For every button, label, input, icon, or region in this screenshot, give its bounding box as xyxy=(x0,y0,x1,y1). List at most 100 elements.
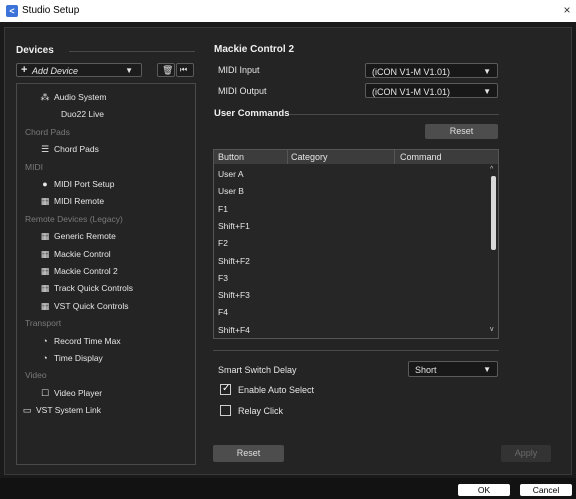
generic-remote-icon: ▦ xyxy=(40,231,50,242)
mackie-control-2-icon: ▦ xyxy=(40,266,50,276)
device-category-label: Remote Devices (Legacy) xyxy=(25,213,123,224)
scroll-up-icon[interactable]: ^ xyxy=(490,166,493,173)
device-category-label: Chord Pads xyxy=(25,126,70,137)
trash-icon: 🗑 xyxy=(162,65,174,75)
device-list-item-label: Time Display xyxy=(54,353,103,363)
enable-auto-select-label: Enable Auto Select xyxy=(238,385,315,395)
device-list-item-label: Chord Pads xyxy=(54,144,99,155)
title-bar: < Studio Setup × xyxy=(0,0,576,22)
device-list-item[interactable]: ▦ MIDI Remote xyxy=(39,196,104,207)
device-list-item[interactable]: ☐ Video Player xyxy=(39,388,102,399)
device-list-item[interactable]: ◔ Time Display xyxy=(39,353,103,363)
chevron-down-icon: ▼ xyxy=(483,365,491,374)
options-divider xyxy=(213,350,499,351)
user-commands-divider xyxy=(290,114,499,115)
device-list-item[interactable]: ▦ Generic Remote xyxy=(39,231,116,242)
device-list-item[interactable]: ⁂ Audio System xyxy=(39,92,107,103)
device-list-item[interactable]: Duo22 Live xyxy=(61,109,104,119)
app-icon: < xyxy=(6,5,18,17)
midi-output-select[interactable]: (iCON V1-M V1.01) ▼ xyxy=(365,83,498,98)
user-commands-reset-button[interactable]: Reset xyxy=(425,124,498,139)
device-list-item-label: Mackie Control xyxy=(54,248,111,259)
relay-click-checkbox[interactable] xyxy=(220,405,231,416)
table-header: Button Category Command xyxy=(214,150,498,164)
device-list-item[interactable]: ◔ Record Time Max xyxy=(39,335,120,346)
device-list-item[interactable]: ▦ Track Quick Controls xyxy=(39,283,133,294)
column-header-command[interactable]: Command xyxy=(400,152,442,162)
vst-quick-controls-icon: ▦ xyxy=(40,300,50,311)
devices-reset-button[interactable]: Reset xyxy=(213,445,284,462)
checkmark-icon: ✓ xyxy=(222,383,231,394)
relay-click-label: Relay Click xyxy=(238,406,284,416)
device-settings-title: Mackie Control 2 xyxy=(214,44,295,55)
column-header-button[interactable]: Button xyxy=(218,152,244,162)
delete-device-button[interactable]: 🗑 xyxy=(157,63,175,77)
device-list: ⁂ Audio System Duo22 Live Chord Pads ☰ Chord … xyxy=(16,83,196,465)
device-list-item[interactable]: ▭ VST System Link xyxy=(21,405,101,416)
device-list-item-label: MIDI Remote xyxy=(54,196,105,207)
device-list-item[interactable]: ● MIDI Port Setup xyxy=(39,179,114,189)
column-separator xyxy=(287,150,288,164)
device-list-item-label: Generic Remote xyxy=(54,231,116,242)
record-time-icon: ◔ xyxy=(42,335,48,346)
video-player-icon: ☐ xyxy=(40,387,50,398)
scrollbar-thumb[interactable] xyxy=(491,176,496,250)
device-category-label: Transport xyxy=(25,318,62,329)
cancel-button[interactable]: Cancel xyxy=(520,484,572,496)
table-row[interactable]: User A xyxy=(218,169,244,179)
table-row[interactable]: F2 xyxy=(218,238,228,248)
chevron-down-icon: ▼ xyxy=(125,66,133,75)
smart-switch-delay-value: Short xyxy=(415,365,437,375)
apply-button[interactable]: Apply xyxy=(501,445,551,462)
device-list-item[interactable]: ▦ Mackie Control 2 xyxy=(39,266,118,277)
device-list-item-label: Track Quick Controls xyxy=(54,283,134,294)
column-header-category[interactable]: Category xyxy=(291,152,328,162)
time-display-icon: ◔ xyxy=(42,353,48,363)
midi-input-label: MIDI Input xyxy=(218,65,260,75)
device-category-label: MIDI xyxy=(25,161,43,172)
collapse-icon: ⏮ xyxy=(180,65,188,74)
studio-setup-panel: Devices + Add Device ▼ 🗑 ⏮ ⁂ Audio System… xyxy=(4,27,572,475)
devices-title: Devices xyxy=(16,45,54,56)
device-list-item[interactable]: ▦ Mackie Control xyxy=(39,249,111,260)
table-row[interactable]: F1 xyxy=(218,204,228,214)
device-list-item-label: MIDI Port Setup xyxy=(54,179,115,189)
ok-button[interactable]: OK xyxy=(458,484,510,496)
table-row[interactable]: Shift+F4 xyxy=(218,325,250,335)
vst-system-link-icon: ▭ xyxy=(22,405,32,416)
device-list-item-label: Mackie Control 2 xyxy=(54,266,118,276)
table-row[interactable]: Shift+F1 xyxy=(218,221,250,231)
device-list-item-label: VST System Link xyxy=(36,405,102,416)
smart-switch-delay-select[interactable]: Short ▼ xyxy=(408,361,498,377)
midi-output-value: (iCON V1-M V1.01) xyxy=(372,87,451,97)
user-commands-table: Button Category Command User A User B F1 Sh… xyxy=(213,149,499,339)
device-list-item[interactable]: ▦ VST Quick Controls xyxy=(39,300,129,312)
add-device-label: Add Device xyxy=(32,66,79,76)
dialog-footer: OK Cancel xyxy=(0,478,576,499)
table-row[interactable]: Shift+F3 xyxy=(218,290,250,300)
table-scrollbar[interactable]: ^ v xyxy=(489,164,498,338)
table-row[interactable]: F4 xyxy=(218,307,228,317)
table-row[interactable]: F3 xyxy=(218,273,228,283)
table-row[interactable]: Shift+F2 xyxy=(218,256,250,266)
device-list-item-label: Audio System xyxy=(54,92,107,102)
audio-system-icon: ⁂ xyxy=(40,92,50,102)
midi-output-label: MIDI Output xyxy=(218,86,267,96)
close-window-button[interactable]: × xyxy=(560,3,574,17)
device-list-item-label: Video Player xyxy=(54,387,103,398)
scroll-down-icon[interactable]: v xyxy=(490,326,494,333)
collapse-button[interactable]: ⏮ xyxy=(176,63,194,77)
table-row[interactable]: User B xyxy=(218,186,244,196)
chevron-down-icon: ▼ xyxy=(483,67,491,76)
plus-icon: + xyxy=(21,64,28,76)
add-device-dropdown[interactable]: + Add Device ▼ xyxy=(16,63,142,77)
midi-input-value: (iCON V1-M V1.01) xyxy=(372,67,451,77)
midi-port-icon: ● xyxy=(42,179,48,189)
enable-auto-select-checkbox[interactable]: ✓ xyxy=(220,383,231,395)
midi-input-select[interactable]: (iCON V1-M V1.01) ▼ xyxy=(365,63,498,78)
chevron-down-icon: ▼ xyxy=(483,87,491,96)
device-list-item[interactable]: ☰ Chord Pads xyxy=(39,144,99,155)
user-commands-title: User Commands xyxy=(214,108,290,119)
column-separator xyxy=(394,150,395,164)
mackie-control-icon: ▦ xyxy=(40,248,50,259)
